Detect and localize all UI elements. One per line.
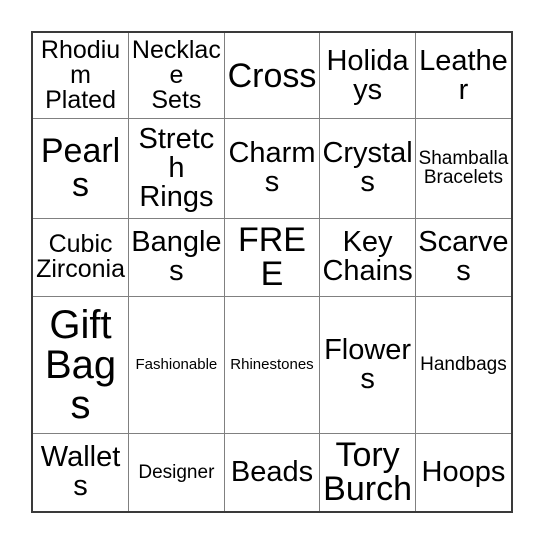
bingo-cell[interactable]: Holidays (319, 33, 416, 120)
bingo-cell[interactable]: Handbags (414, 295, 511, 434)
bingo-cell-label: Flowers (324, 333, 412, 395)
bingo-cell[interactable]: Rhinestones (223, 295, 321, 434)
bingo-cell[interactable]: Cross (223, 33, 321, 120)
bingo-cell-label: Gift Bags (44, 302, 117, 427)
bingo-cell-label: Necklace Sets (131, 36, 221, 114)
bingo-cell-label: Cross (227, 56, 317, 95)
bingo-grid: Rhodium Plated Necklace Sets Cross Holid… (33, 33, 511, 511)
bingo-cell-label: Designer (138, 461, 215, 483)
bingo-card: Rhodium Plated Necklace Sets Cross Holid… (31, 31, 513, 513)
bingo-cell-free[interactable]: FREE (223, 217, 321, 297)
bingo-cell-label: Holidays (326, 44, 409, 106)
bingo-cell[interactable]: Pearls (33, 118, 130, 219)
bingo-cell-label: Beads (230, 455, 314, 488)
bingo-cell-label: Tory Burch (323, 436, 412, 509)
bingo-cell[interactable]: Tory Burch (319, 432, 416, 511)
bingo-grid-body: Rhodium Plated Necklace Sets Cross Holid… (33, 33, 511, 511)
bingo-cell-label: Leather (419, 44, 508, 106)
bingo-cell-label: Bangles (131, 226, 222, 288)
bingo-row: Wallets Designer Beads Tory Burch Hoops (33, 432, 511, 511)
bingo-cell[interactable]: Charms (223, 118, 321, 219)
bingo-cell[interactable]: Crystals (319, 118, 416, 219)
bingo-cell-label: Handbags (420, 354, 507, 376)
bingo-cell[interactable]: Gift Bags (33, 295, 130, 434)
bingo-cell[interactable]: Leather (414, 33, 511, 120)
bingo-row: Cubic Zirconia Bangles FREE Key Chains S… (33, 217, 511, 297)
bingo-cell[interactable]: Scarves (414, 217, 511, 297)
bingo-cell[interactable]: Flowers (319, 295, 416, 434)
bingo-cell-label: Rhodium Plated (40, 36, 121, 114)
bingo-cell-label: Pearls (40, 132, 121, 205)
bingo-cell-label: Wallets (40, 441, 121, 503)
bingo-cell[interactable]: Designer (128, 432, 225, 511)
bingo-cell[interactable]: Stretch Rings (128, 118, 225, 219)
bingo-cell-label: Shamballa Bracelets (418, 148, 509, 189)
bingo-cell-label: Crystals (322, 137, 413, 199)
bingo-cell[interactable]: Fashionable (128, 295, 225, 434)
bingo-cell[interactable]: Rhodium Plated (33, 33, 130, 120)
bingo-cell-label: Cubic Zirconia (36, 230, 125, 284)
bingo-cell[interactable]: Bangles (128, 217, 225, 297)
bingo-cell[interactable]: Necklace Sets (128, 33, 225, 120)
bingo-cell-label: Rhinestones (230, 356, 314, 374)
bingo-cell-label: Hoops (421, 455, 506, 488)
bingo-cell[interactable]: Wallets (33, 432, 130, 511)
bingo-cell-label: Scarves (418, 226, 509, 288)
bingo-cell-label: Key Chains (322, 226, 413, 288)
bingo-row: Pearls Stretch Rings Charms Crystals Sha… (33, 118, 511, 219)
bingo-cell-label: Fashionable (135, 356, 218, 374)
bingo-cell-label: Stretch Rings (138, 122, 215, 213)
bingo-cell-label: Charms (228, 137, 316, 199)
bingo-cell[interactable]: Shamballa Bracelets (414, 118, 511, 219)
bingo-cell[interactable]: Cubic Zirconia (33, 217, 130, 297)
bingo-row: Rhodium Plated Necklace Sets Cross Holid… (33, 33, 511, 120)
bingo-cell[interactable]: Key Chains (319, 217, 416, 297)
bingo-cell[interactable]: Beads (223, 432, 321, 511)
bingo-row: Gift Bags Fashionable Rhinestones Flower… (33, 295, 511, 434)
bingo-cell[interactable]: Hoops (414, 432, 511, 511)
bingo-cell-label: FREE (237, 221, 306, 294)
